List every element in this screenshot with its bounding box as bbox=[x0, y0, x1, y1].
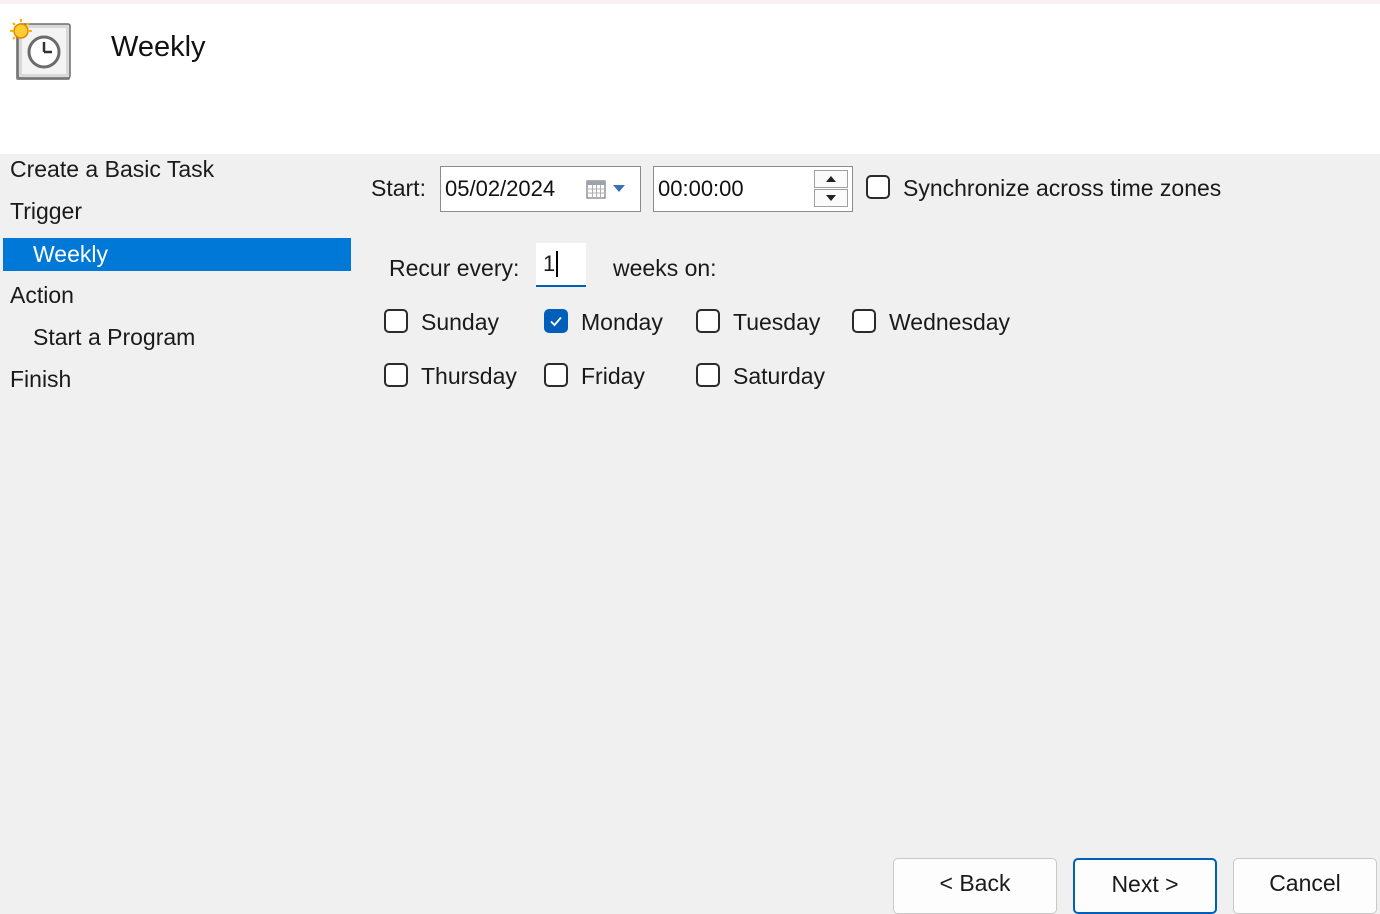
start-time-field[interactable]: 00:00:00 bbox=[653, 166, 853, 212]
arrow-down-icon bbox=[826, 195, 836, 201]
calendar-icon bbox=[586, 180, 606, 199]
saturday-label[interactable]: Saturday bbox=[733, 363, 825, 390]
start-label: Start: bbox=[371, 175, 426, 201]
start-time-value: 00:00:00 bbox=[658, 176, 744, 201]
weeks-on-label: weeks on: bbox=[613, 255, 717, 281]
sync-timezones-checkbox[interactable] bbox=[866, 175, 890, 199]
start-date-value: 05/02/2024 bbox=[445, 176, 556, 201]
nav-item-create-basic-task[interactable]: Create a Basic Task bbox=[10, 153, 214, 186]
friday-checkbox[interactable] bbox=[544, 363, 568, 387]
thursday-label[interactable]: Thursday bbox=[421, 363, 517, 390]
checkmark-icon bbox=[550, 316, 562, 327]
nav-item-start-a-program[interactable]: Start a Program bbox=[33, 321, 195, 354]
monday-label[interactable]: Monday bbox=[581, 309, 663, 336]
sunday-label[interactable]: Sunday bbox=[421, 309, 499, 336]
page-title: Weekly bbox=[111, 31, 206, 63]
friday-label[interactable]: Friday bbox=[581, 363, 645, 390]
start-date-picker[interactable]: 05/02/2024 bbox=[440, 166, 641, 212]
time-spinner[interactable] bbox=[814, 170, 848, 208]
chevron-down-icon bbox=[613, 185, 625, 192]
nav-item-finish[interactable]: Finish bbox=[10, 363, 71, 396]
task-scheduler-clock-icon bbox=[10, 18, 74, 82]
wednesday-checkbox[interactable] bbox=[852, 309, 876, 333]
wizard-header: Weekly bbox=[0, 4, 1380, 154]
recur-every-label: Recur every: bbox=[389, 255, 520, 281]
wednesday-label[interactable]: Wednesday bbox=[889, 309, 1010, 336]
thursday-checkbox[interactable] bbox=[384, 363, 408, 387]
saturday-checkbox[interactable] bbox=[696, 363, 720, 387]
tuesday-checkbox[interactable] bbox=[696, 309, 720, 333]
arrow-up-icon bbox=[826, 176, 836, 182]
tuesday-label[interactable]: Tuesday bbox=[733, 309, 820, 336]
monday-checkbox[interactable] bbox=[544, 309, 568, 333]
nav-item-weekly[interactable]: Weekly bbox=[3, 238, 351, 271]
recur-weeks-value: 1 bbox=[543, 251, 556, 276]
nav-item-action[interactable]: Action bbox=[10, 279, 74, 312]
sync-timezones-label[interactable]: Synchronize across time zones bbox=[903, 175, 1221, 202]
sunday-checkbox[interactable] bbox=[384, 309, 408, 333]
calendar-dropdown-button[interactable] bbox=[586, 175, 632, 203]
spin-up-button[interactable] bbox=[814, 170, 848, 188]
recur-weeks-input[interactable]: 1 bbox=[536, 243, 586, 287]
text-caret bbox=[556, 251, 558, 277]
nav-item-trigger[interactable]: Trigger bbox=[10, 195, 82, 228]
spin-down-button[interactable] bbox=[814, 189, 848, 207]
